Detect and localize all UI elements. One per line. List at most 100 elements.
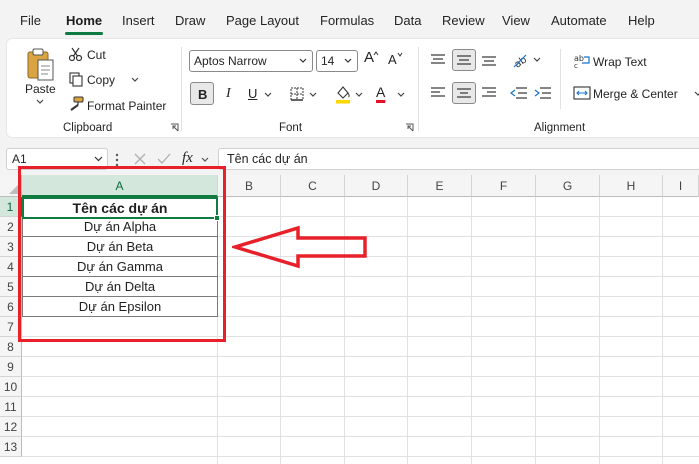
menu-review[interactable]: Review xyxy=(442,13,485,29)
font-family-select[interactable]: Aptos Narrow xyxy=(189,50,313,72)
clipboard-group-label: Clipboard xyxy=(63,122,113,134)
copy-icon[interactable] xyxy=(68,71,84,87)
paste-button[interactable] xyxy=(25,47,57,83)
gridline xyxy=(599,197,600,464)
chevron-down-icon[interactable] xyxy=(533,57,541,63)
align-left-icon[interactable] xyxy=(430,86,446,100)
font-family-value: Aptos Narrow xyxy=(194,54,267,68)
chevron-down-icon[interactable] xyxy=(264,92,272,98)
paste-label: Paste xyxy=(25,82,56,96)
more-options-icon[interactable] xyxy=(115,153,119,167)
underline-button[interactable]: U xyxy=(248,87,257,101)
fill-color-icon[interactable] xyxy=(334,84,352,104)
chevron-down-icon[interactable] xyxy=(36,99,44,105)
column-header-h[interactable]: H xyxy=(600,175,663,197)
column-header-f[interactable]: F xyxy=(472,175,536,197)
menu-insert[interactable]: Insert xyxy=(122,13,155,29)
formula-input[interactable]: Tên các dự án xyxy=(218,148,699,170)
gridline xyxy=(22,376,699,377)
format-painter-icon[interactable] xyxy=(68,96,84,112)
menu-page-layout[interactable]: Page Layout xyxy=(226,13,299,29)
font-color-button[interactable]: A xyxy=(376,85,385,99)
column-header-d[interactable]: D xyxy=(345,175,408,197)
bold-button[interactable]: B xyxy=(190,82,214,105)
chevron-down-icon[interactable] xyxy=(397,92,405,98)
menu-file[interactable]: File xyxy=(20,13,41,29)
ribbon: Paste Cut Copy Format Painter Clipboard … xyxy=(6,38,699,138)
ribbon-separator xyxy=(418,47,419,131)
ribbon-separator xyxy=(181,47,182,131)
align-middle-icon xyxy=(457,55,471,65)
insert-function-button[interactable]: fx xyxy=(182,150,193,167)
name-box-value: A1 xyxy=(12,152,27,166)
gridline xyxy=(535,197,536,464)
chevron-down-icon[interactable] xyxy=(309,92,317,98)
format-painter-button[interactable]: Format Painter xyxy=(87,99,166,113)
chevron-down-icon[interactable] xyxy=(355,92,363,98)
column-header-e[interactable]: E xyxy=(408,175,472,197)
gridline xyxy=(22,436,699,437)
column-header-b[interactable]: B xyxy=(218,175,281,197)
chevron-down-icon xyxy=(94,156,103,162)
copy-button[interactable]: Copy xyxy=(87,73,115,87)
column-header-i[interactable]: I xyxy=(663,175,699,197)
svg-text:c: c xyxy=(574,62,578,69)
menu-help[interactable]: Help xyxy=(628,13,655,29)
paste-icon xyxy=(27,48,54,81)
chevron-down-icon[interactable] xyxy=(694,91,699,97)
merge-center-button[interactable]: Merge & Center xyxy=(593,87,678,101)
wrap-text-button[interactable]: Wrap Text xyxy=(593,55,647,69)
menu-draw[interactable]: Draw xyxy=(175,13,205,29)
menu-formulas[interactable]: Formulas xyxy=(320,13,374,29)
column-header-g[interactable]: G xyxy=(536,175,600,197)
align-right-icon[interactable] xyxy=(481,86,497,100)
gridline xyxy=(22,456,699,457)
shrink-font-button[interactable]: A xyxy=(388,53,397,67)
alignment-group-label: Alignment xyxy=(534,122,586,134)
annotation-arrow-icon xyxy=(232,225,367,269)
cut-button[interactable]: Cut xyxy=(87,48,106,62)
decrease-indent-icon[interactable] xyxy=(510,86,528,100)
chevron-down-icon[interactable] xyxy=(131,77,139,83)
gridline xyxy=(22,396,699,397)
caret-down-icon xyxy=(397,52,403,57)
increase-indent-icon[interactable] xyxy=(534,86,552,100)
menu-view[interactable]: View xyxy=(502,13,530,29)
align-middle-button[interactable] xyxy=(452,49,476,71)
menu-bar: File Home Insert Draw Page Layout Formul… xyxy=(0,0,699,36)
gridline xyxy=(22,416,699,417)
menu-home[interactable]: Home xyxy=(66,13,102,29)
dialog-launcher-icon[interactable] xyxy=(405,123,414,132)
orientation-icon[interactable]: ab xyxy=(511,51,529,69)
merge-center-icon[interactable] xyxy=(573,85,591,101)
gridline xyxy=(662,197,663,464)
align-top-icon[interactable] xyxy=(430,53,446,67)
cancel-icon[interactable] xyxy=(133,152,147,166)
menu-data[interactable]: Data xyxy=(394,13,421,29)
ribbon-separator xyxy=(560,49,561,109)
column-header-c[interactable]: C xyxy=(281,175,345,197)
gridline xyxy=(22,356,699,357)
font-size-value: 14 xyxy=(321,54,335,68)
bold-label: B xyxy=(198,87,208,102)
row-header-12[interactable]: 12 xyxy=(0,417,22,437)
menu-automate[interactable]: Automate xyxy=(551,13,607,29)
align-bottom-icon[interactable] xyxy=(481,53,497,67)
chevron-down-icon xyxy=(344,58,352,63)
borders-icon[interactable] xyxy=(289,86,305,102)
dialog-launcher-icon[interactable] xyxy=(170,123,179,132)
italic-button[interactable]: I xyxy=(226,87,231,101)
chevron-down-icon[interactable] xyxy=(201,157,209,163)
chevron-down-icon xyxy=(299,58,307,63)
row-header-11[interactable]: 11 xyxy=(0,397,22,417)
enter-check-icon[interactable] xyxy=(156,152,172,166)
gridline xyxy=(471,197,472,464)
row-header-9[interactable]: 9 xyxy=(0,357,22,377)
align-center-button[interactable] xyxy=(452,82,476,104)
row-header-13[interactable]: 13 xyxy=(0,437,22,457)
scissors-icon[interactable] xyxy=(68,46,84,62)
row-header-10[interactable]: 10 xyxy=(0,377,22,397)
wrap-text-icon[interactable]: ab c xyxy=(574,53,592,69)
active-tab-indicator xyxy=(65,32,103,35)
font-size-select[interactable]: 14 xyxy=(316,50,358,72)
